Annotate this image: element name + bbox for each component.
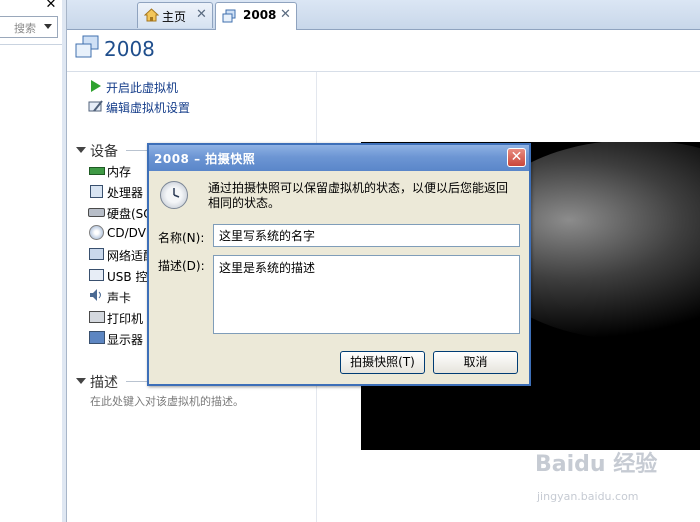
- tab-strip: 主页 ✕ 2008 ✕: [67, 0, 700, 30]
- sound-icon: [90, 289, 101, 301]
- dialog-title: 2008 – 拍摄快照: [154, 152, 256, 166]
- watermark-logo: Baidu 经验: [535, 452, 658, 477]
- device-sound[interactable]: 声卡: [107, 289, 131, 306]
- cd-icon: [89, 225, 104, 240]
- display-icon: [89, 331, 105, 344]
- description-hint[interactable]: 在此处键入对该虚拟机的描述。: [90, 393, 244, 409]
- tab-home-label: 主页: [162, 10, 187, 24]
- device-usb[interactable]: USB 控: [107, 268, 147, 285]
- pane-splitter[interactable]: [62, 0, 67, 522]
- close-tab-icon[interactable]: ✕: [280, 7, 291, 22]
- device-memory[interactable]: 内存: [107, 163, 131, 180]
- cpu-icon: [90, 185, 103, 198]
- section-divider: [126, 381, 148, 382]
- collapse-devices-icon[interactable]: [76, 147, 86, 153]
- cancel-button[interactable]: 取消: [433, 351, 518, 374]
- power-on-link[interactable]: 开启此虚拟机: [106, 79, 178, 96]
- printer-icon: [89, 311, 105, 323]
- close-tab-icon[interactable]: ✕: [196, 7, 207, 22]
- edit-settings-link[interactable]: 编辑虚拟机设置: [106, 99, 190, 116]
- close-icon[interactable]: ✕: [507, 148, 526, 167]
- snapshot-name-input[interactable]: [213, 224, 520, 247]
- snapshot-description-input[interactable]: 这里是系统的描述: [213, 255, 520, 334]
- page-title: 2008: [104, 37, 155, 61]
- device-display[interactable]: 显示器: [107, 331, 143, 348]
- tab-2008-label: 2008: [243, 8, 277, 22]
- sidebar: [0, 0, 63, 522]
- section-divider: [126, 150, 148, 151]
- collapse-description-icon[interactable]: [76, 378, 86, 384]
- device-printer[interactable]: 打印机: [107, 310, 143, 327]
- chevron-down-icon[interactable]: [44, 24, 52, 29]
- description-label: 描述(D):: [158, 259, 205, 273]
- search-placeholder: 搜索: [14, 22, 36, 35]
- usb-icon: [89, 269, 104, 281]
- watermark-url: jingyan.baidu.com: [537, 490, 639, 503]
- tab-home[interactable]: 主页 ✕: [137, 2, 213, 28]
- vm-icon: [222, 9, 236, 23]
- take-snapshot-button[interactable]: 拍摄快照(T): [340, 351, 425, 374]
- vm-large-icon: [75, 35, 99, 58]
- device-processor[interactable]: 处理器: [107, 184, 143, 201]
- devices-heading: 设备: [90, 144, 118, 160]
- play-icon: [91, 80, 101, 92]
- tab-2008[interactable]: 2008 ✕: [215, 2, 297, 30]
- home-icon: [144, 8, 159, 22]
- clock-icon: [160, 181, 188, 209]
- settings-icon: [88, 100, 103, 112]
- sidebar-divider: [0, 44, 62, 45]
- name-label: 名称(N):: [158, 231, 205, 245]
- memory-icon: [89, 167, 105, 175]
- disk-icon: [88, 208, 105, 217]
- dialog-info-text: 通过拍摄快照可以保留虚拟机的状态，以便以后您能返回相同的状态。: [208, 181, 509, 210]
- device-hard-disk[interactable]: 硬盘(SC: [107, 205, 152, 222]
- header-divider: [67, 71, 700, 72]
- network-icon: [89, 248, 104, 260]
- description-heading: 描述: [90, 375, 118, 391]
- sidebar-close-icon[interactable]: ✕: [44, 0, 58, 12]
